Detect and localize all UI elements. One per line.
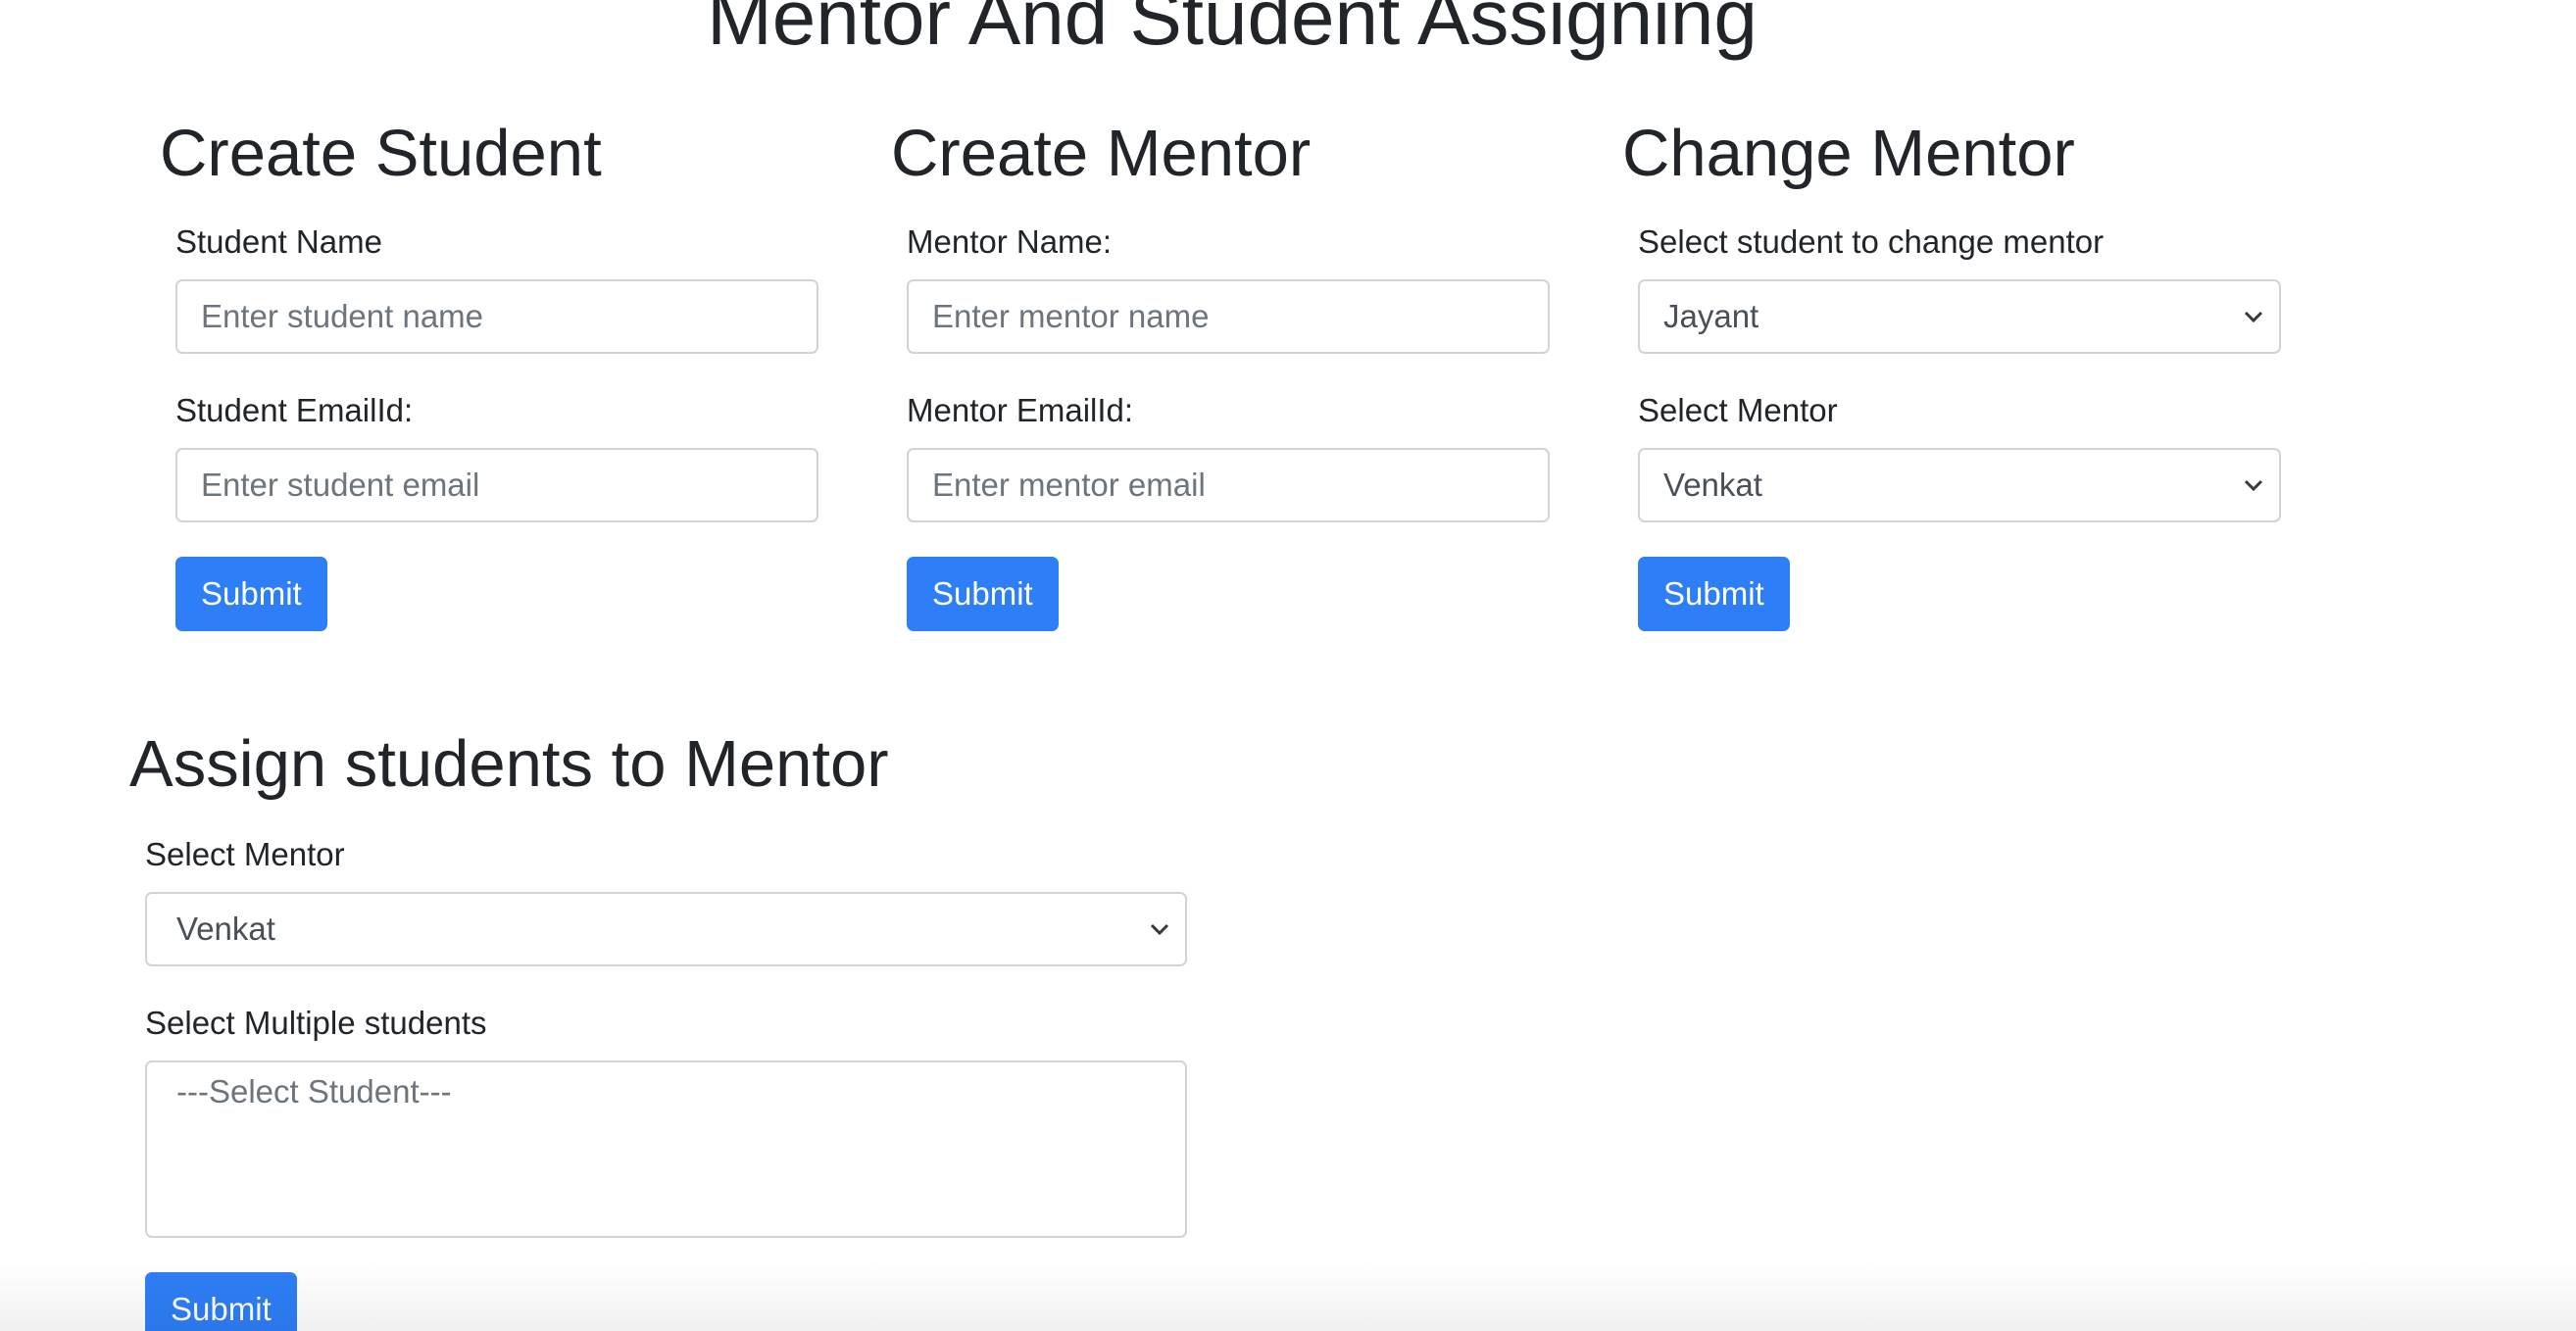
- student-name-placeholder: Enter student name: [201, 298, 484, 334]
- mentor-email-group: Mentor EmailId: Enter mentor email: [907, 391, 1550, 548]
- create-student-section: Create Student Student Name Enter studen…: [160, 115, 826, 644]
- assign-mentor-select[interactable]: Venkat: [145, 892, 1187, 966]
- student-email-input[interactable]: Enter student email: [175, 448, 818, 522]
- create-mentor-section: Create Mentor Mentor Name: Enter mentor …: [891, 115, 1558, 644]
- student-name-label: Student Name: [175, 223, 382, 260]
- assign-students-group: Select Multiple students ---Select Stude…: [145, 1004, 1187, 1258]
- change-student-select[interactable]: Jayant: [1638, 279, 2281, 354]
- student-email-label: Student EmailId:: [175, 392, 414, 428]
- mentor-email-input[interactable]: Enter mentor email: [907, 448, 1550, 522]
- student-email-group: Student EmailId: Enter student email: [175, 391, 818, 548]
- change-mentor-submit-button[interactable]: Submit: [1638, 557, 1790, 631]
- change-student-selected: Jayant: [1663, 298, 1759, 334]
- change-mentor-section: Change Mentor Select student to change m…: [1622, 115, 2289, 644]
- chevron-down-icon: [2244, 311, 2263, 323]
- change-mentor-select[interactable]: Venkat: [1638, 448, 2281, 522]
- change-student-label: Select student to change mentor: [1638, 223, 2105, 260]
- page-title: Mentor And Student Assigning: [707, 0, 1758, 61]
- assign-students-heading: Assign students to Mentor: [129, 727, 889, 801]
- mentor-email-placeholder: Enter mentor email: [932, 467, 1206, 503]
- students-option[interactable]: ---Select Student---: [176, 1072, 452, 1111]
- change-mentor-group: Select Mentor Venkat: [1638, 391, 2281, 548]
- assign-mentor-selected: Venkat: [176, 911, 275, 947]
- change-student-group: Select student to change mentor Jayant: [1638, 222, 2281, 379]
- create-student-submit-button[interactable]: Submit: [175, 557, 327, 631]
- chevron-down-icon: [1150, 923, 1169, 936]
- create-mentor-submit-button[interactable]: Submit: [907, 557, 1059, 631]
- chevron-down-icon: [2244, 479, 2263, 492]
- mentor-email-label: Mentor EmailId:: [907, 392, 1134, 428]
- assign-mentor-group: Select Mentor Venkat: [145, 835, 1187, 992]
- mentor-name-placeholder: Enter mentor name: [932, 298, 1210, 334]
- assign-students-section: Assign students to Mentor Select Mentor …: [129, 725, 1208, 1331]
- create-mentor-heading: Create Mentor: [891, 117, 1312, 190]
- student-name-group: Student Name Enter student name: [175, 222, 818, 379]
- mentor-name-group: Mentor Name: Enter mentor name: [907, 222, 1550, 379]
- change-mentor-label: Select Mentor: [1638, 392, 1838, 428]
- assign-mentor-label: Select Mentor: [145, 836, 345, 872]
- page: Mentor And Student Assigning Create Stud…: [0, 0, 2576, 1331]
- create-student-heading: Create Student: [160, 117, 602, 190]
- change-mentor-heading: Change Mentor: [1622, 117, 2075, 190]
- assign-students-label: Select Multiple students: [145, 1005, 487, 1041]
- mentor-name-label: Mentor Name:: [907, 223, 1113, 260]
- change-mentor-selected: Venkat: [1663, 467, 1762, 503]
- student-name-input[interactable]: Enter student name: [175, 279, 818, 354]
- mentor-name-input[interactable]: Enter mentor name: [907, 279, 1550, 354]
- assign-students-submit-button[interactable]: Submit: [145, 1272, 297, 1331]
- students-multi-select[interactable]: ---Select Student---: [145, 1060, 1187, 1238]
- student-email-placeholder: Enter student email: [201, 467, 480, 503]
